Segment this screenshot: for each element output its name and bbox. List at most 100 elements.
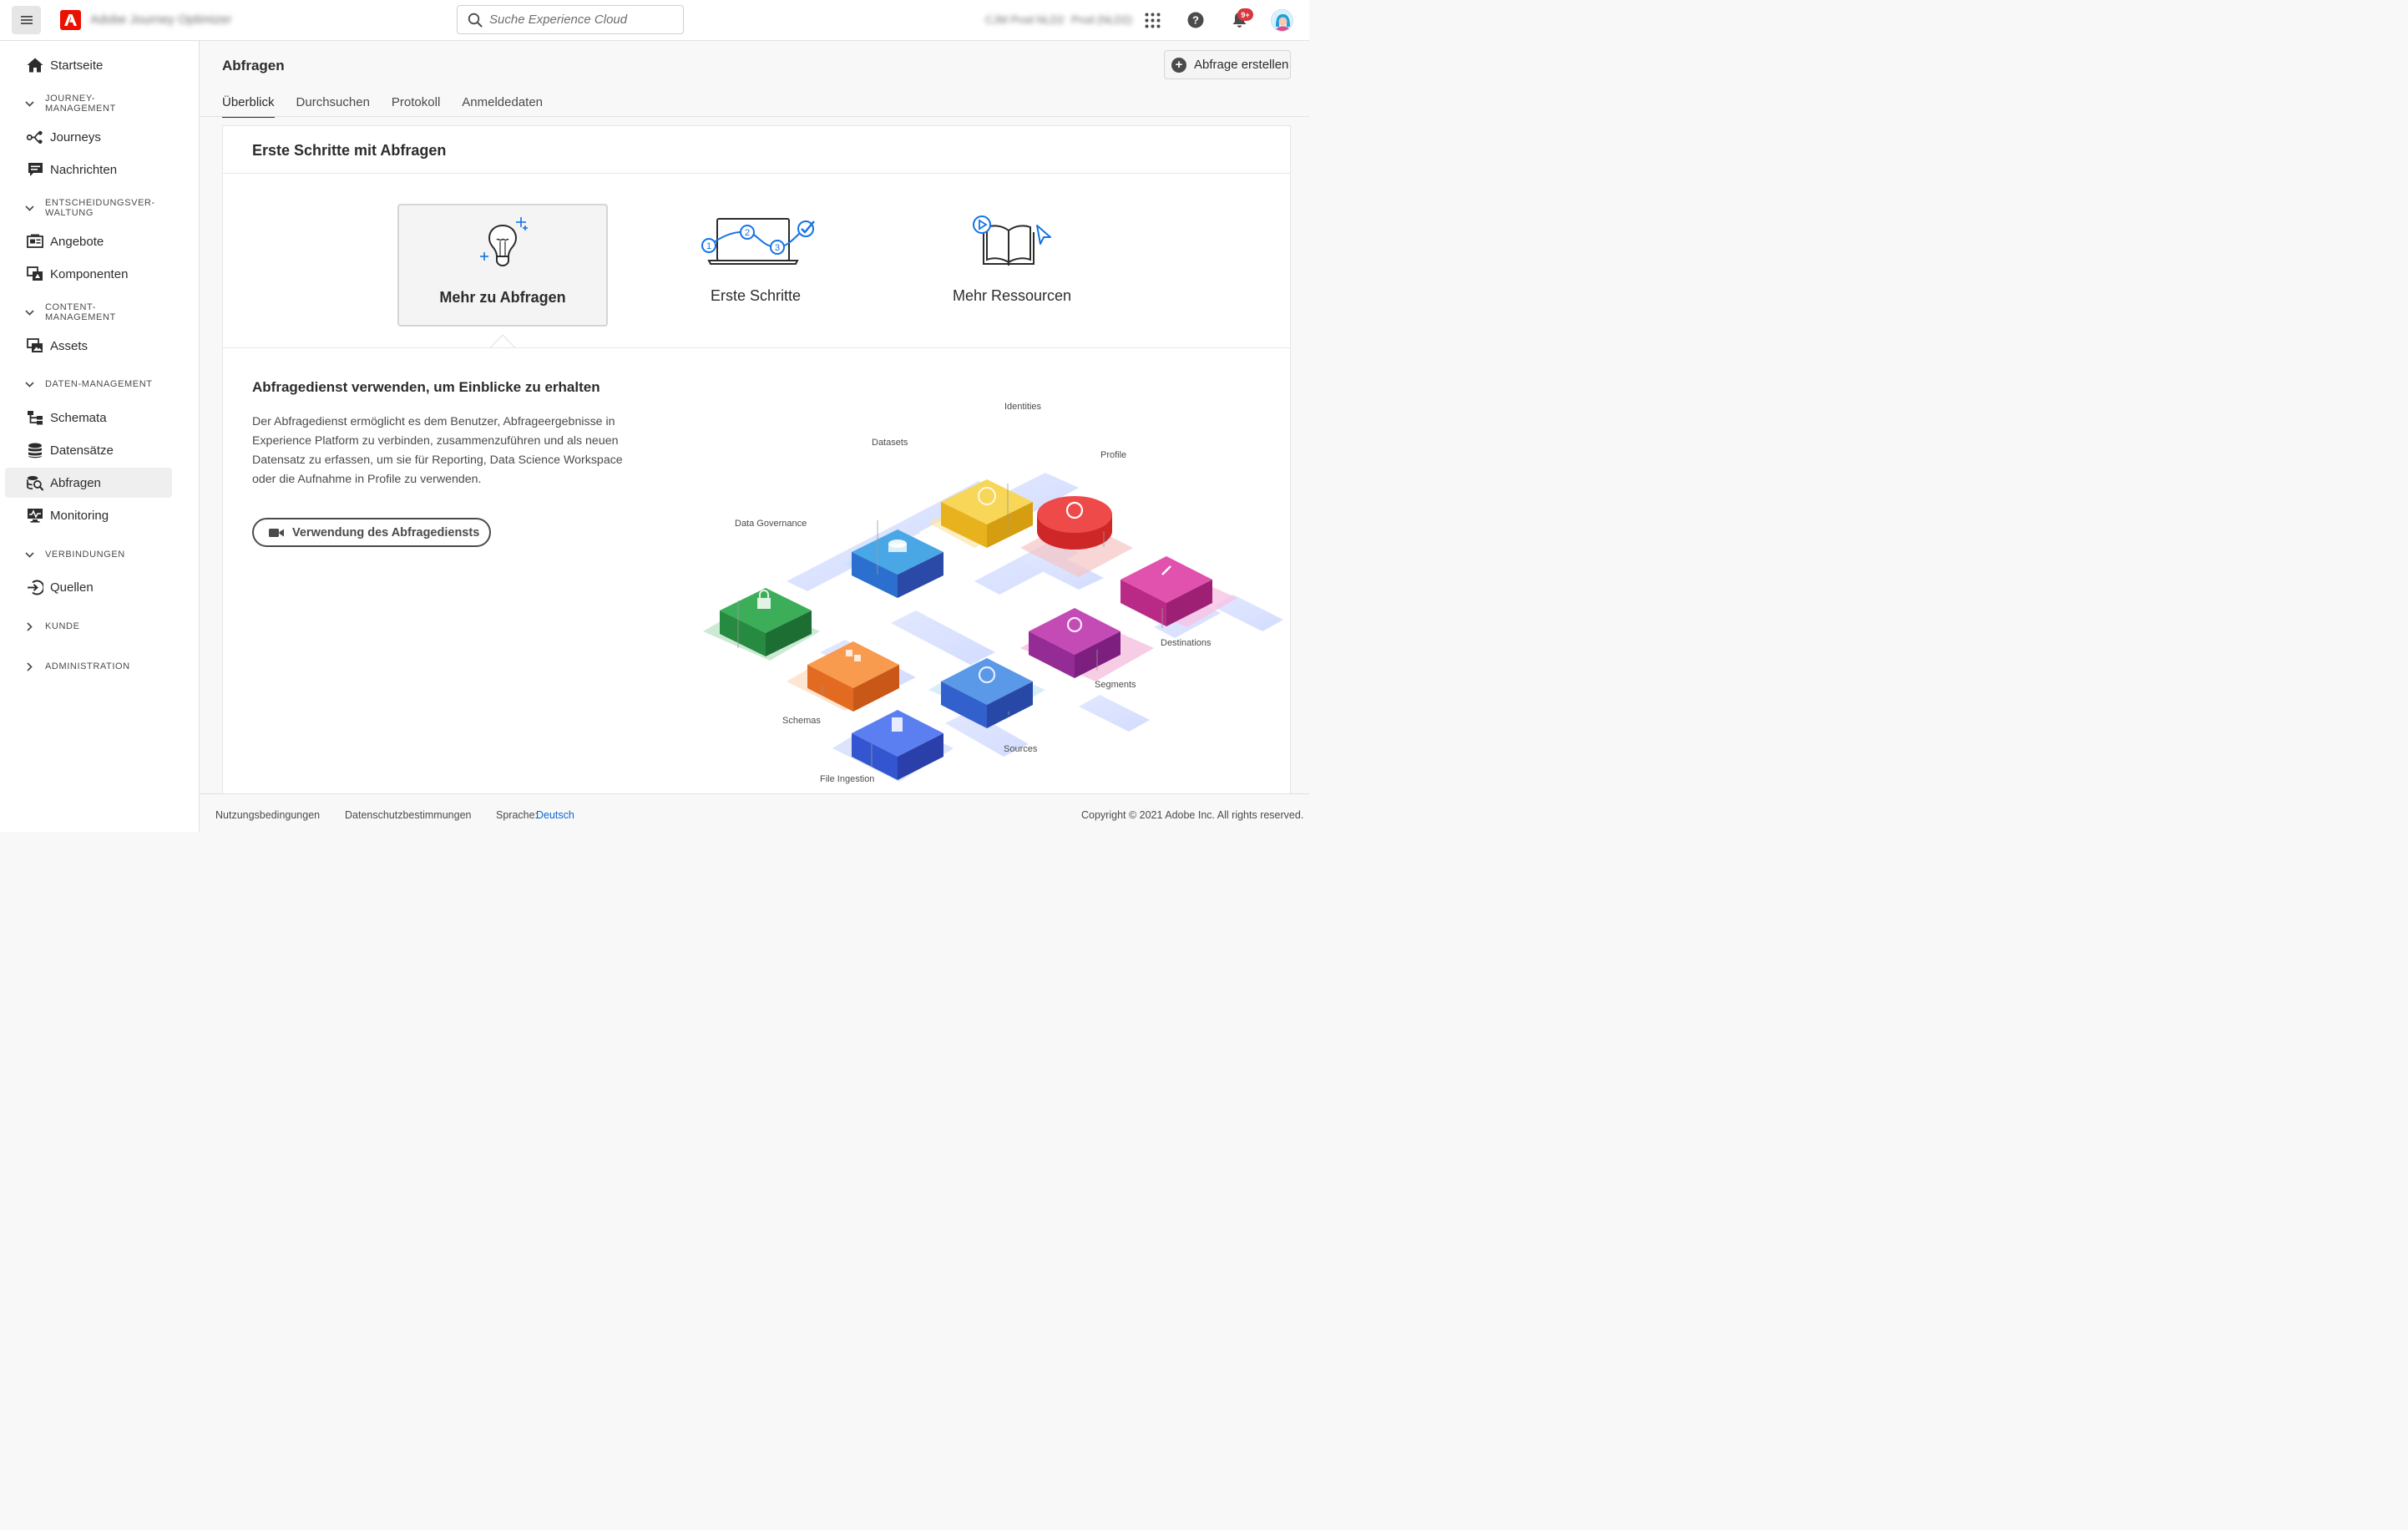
add-icon: + (1171, 57, 1186, 73)
diagram-label-file-ingestion: File Ingestion (820, 774, 874, 784)
diagram-label-datasets: Datasets (872, 438, 908, 448)
sidebar-item-angebote[interactable]: Angebote (5, 226, 172, 256)
sidebar-section-journey-management[interactable]: JOURNEY- MANAGEMENT (23, 94, 116, 114)
sidebar: Startseite JOURNEY- MANAGEMENT Journeys … (0, 41, 200, 832)
sidebar-item-label: Quellen (50, 580, 94, 595)
tab-log[interactable]: Protokoll (392, 87, 440, 117)
chevron-right-icon (23, 621, 35, 632)
sidebar-item-assets[interactable]: Assets (5, 331, 172, 361)
sidebar-section-label: JOURNEY- MANAGEMENT (45, 94, 116, 114)
sidebar-section-label: DATEN-MANAGEMENT (45, 379, 153, 389)
journeys-icon (27, 129, 43, 145)
messages-icon (27, 161, 43, 178)
steps-laptop-icon: 1 2 3 (701, 218, 815, 265)
sidebar-item-label: Komponenten (50, 266, 129, 281)
sidebar-item-startseite[interactable]: Startseite (5, 50, 172, 80)
sidebar-item-label: Monitoring (50, 508, 109, 523)
privacy-link[interactable]: Datenschutzbestimmungen (345, 809, 471, 821)
tile-label: Mehr Ressourcen (952, 287, 1072, 304)
lightbulb-icon (480, 217, 528, 267)
tab-divider (200, 116, 1309, 117)
divider (223, 173, 1290, 174)
watch-video-label: Verwendung des Abfragediensts (292, 525, 480, 540)
notification-badge: 9+ (1237, 8, 1253, 21)
svg-text:?: ? (1192, 14, 1199, 27)
tile-label: Mehr zu Abfragen (439, 289, 566, 306)
sidebar-item-label: Startseite (50, 58, 104, 73)
watch-video-button[interactable]: Verwendung des Abfragediensts (252, 518, 491, 547)
copyright: Copyright © 2021 Adobe Inc. All rights r… (1081, 809, 1304, 821)
sidebar-item-quellen[interactable]: Quellen (5, 572, 172, 602)
sidebar-section-label: ENTSCHEIDUNGSVER- WALTUNG (45, 198, 155, 218)
sidebar-item-label: Schemata (50, 410, 107, 425)
sidebar-item-journeys[interactable]: Journeys (5, 122, 172, 152)
svg-text:3: 3 (775, 243, 780, 253)
help-icon[interactable]: ? (1186, 10, 1206, 30)
sidebar-item-monitoring[interactable]: Monitoring (5, 500, 172, 530)
chevron-down-icon (23, 202, 35, 214)
search-icon (468, 13, 483, 27)
avatar[interactable] (1271, 9, 1293, 32)
org-switcher[interactable]: CJM Prod NLD2 (985, 13, 1065, 26)
sidebar-section-label: VERBINDUNGEN (45, 550, 125, 560)
create-query-button[interactable]: + Abfrage erstellen (1164, 50, 1291, 79)
terms-link[interactable]: Nutzungsbedingungen (215, 809, 320, 821)
sidebar-section-customer[interactable]: KUNDE (23, 621, 80, 632)
sidebar-section-connections[interactable]: VERBINDUNGEN (23, 549, 125, 560)
tab-overview[interactable]: Überblick (222, 87, 275, 118)
adobe-logo-icon[interactable] (60, 10, 81, 30)
sidebar-item-nachrichten[interactable]: Nachrichten (5, 155, 172, 185)
sidebar-item-label: Journeys (50, 129, 101, 144)
connector-paths (787, 473, 1283, 757)
diagram-label-segments: Segments (1095, 680, 1136, 690)
overview-card: Erste Schritte mit Abfragen Mehr zu Abfr… (222, 125, 1291, 793)
footer: Nutzungsbedingungen Datenschutzbestimmun… (200, 793, 1309, 832)
create-query-label: Abfrage erstellen (1194, 58, 1289, 72)
components-icon (27, 266, 43, 282)
tile-getting-started[interactable]: 1 2 3 Erste Schritte (650, 204, 861, 327)
sidebar-section-label: ADMINISTRATION (45, 661, 130, 671)
hamburger-menu-button[interactable] (12, 6, 41, 34)
diagram-label-schemas: Schemas (782, 716, 821, 726)
sidebar-item-komponenten[interactable]: Komponenten (5, 259, 172, 289)
diagram-label-destinations: Destinations (1161, 638, 1212, 648)
divider (223, 347, 1290, 348)
sidebar-section-administration[interactable]: ADMINISTRATION (23, 661, 130, 672)
chevron-down-icon (23, 307, 35, 318)
tab-bar: Überblick Durchsuchen Protokoll Anmelded… (222, 87, 564, 118)
sidebar-item-abfragen[interactable]: Abfragen (5, 468, 172, 498)
profile-block (1037, 496, 1112, 550)
tile-label: Erste Schritte (710, 287, 802, 304)
chevron-right-icon (23, 661, 35, 672)
hamburger-icon (20, 16, 33, 24)
top-bar: Adobe Journey Optimizer CJM Prod NLD2 Pr… (0, 0, 1309, 41)
sources-block (941, 658, 1033, 728)
sidebar-section-content-management[interactable]: CONTENT- MANAGEMENT (23, 302, 116, 322)
search-input[interactable] (489, 13, 673, 27)
apps-grid-icon[interactable] (1142, 10, 1162, 30)
platform-diagram: Identities Datasets Profile Data Governa… (703, 402, 1283, 784)
tab-browse[interactable]: Durchsuchen (296, 87, 370, 117)
chevron-down-icon (23, 549, 35, 560)
sidebar-item-schemata[interactable]: Schemata (5, 403, 172, 433)
sidebar-section-data-management[interactable]: DATEN-MANAGEMENT (23, 378, 153, 390)
tile-learn-more[interactable]: Mehr zu Abfragen (397, 204, 608, 327)
search-box[interactable] (457, 5, 684, 34)
section-body: Der Abfragedienst ermöglicht es dem Benu… (252, 415, 623, 486)
sidebar-section-label: CONTENT- MANAGEMENT (45, 302, 116, 322)
data-governance-block (720, 588, 812, 656)
tab-credentials[interactable]: Anmeldedaten (462, 87, 543, 117)
sidebar-item-label: Assets (50, 338, 89, 353)
sidebar-item-label: Angebote (50, 234, 104, 249)
language-link[interactable]: Deutsch (536, 809, 574, 821)
card-title: Erste Schritte mit Abfragen (252, 142, 447, 159)
tile-more-resources[interactable]: Mehr Ressourcen (907, 204, 1117, 327)
svg-text:1: 1 (706, 241, 711, 251)
app-title[interactable]: Adobe Journey Optimizer (90, 13, 231, 27)
sandbox-switcher[interactable]: Prod (NLD2) (1071, 13, 1132, 26)
monitoring-icon (27, 507, 43, 524)
datasets-icon (27, 442, 43, 458)
chevron-down-icon (23, 378, 35, 390)
sidebar-item-datensaetze[interactable]: Datensätze (5, 435, 172, 465)
sidebar-section-decision-management[interactable]: ENTSCHEIDUNGSVER- WALTUNG (23, 198, 155, 218)
